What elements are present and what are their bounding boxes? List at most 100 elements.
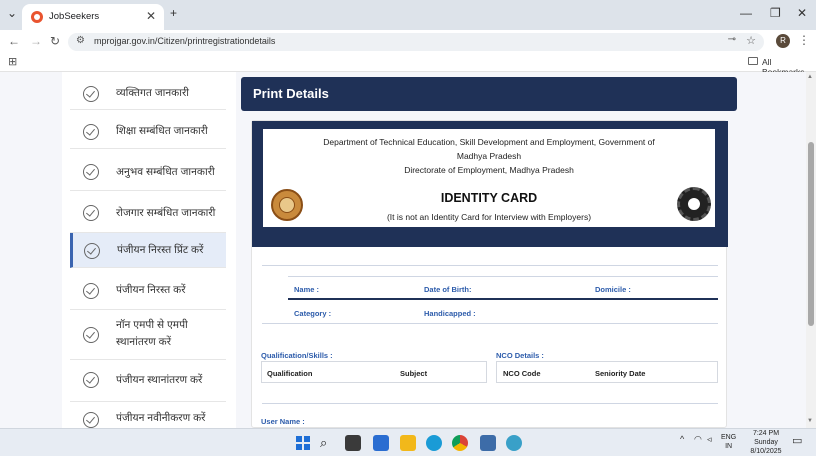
sidebar-item-label: व्यक्तिगत जानकारी: [116, 87, 189, 99]
reload-icon[interactable]: ↻: [50, 34, 60, 48]
handicapped-label: Handicapped :: [424, 309, 476, 318]
edge-browser-icon[interactable]: [426, 435, 442, 451]
divider: [262, 323, 718, 324]
check-circle-icon: [83, 412, 99, 428]
site-info-icon[interactable]: ⚙: [76, 35, 85, 46]
scroll-down-icon[interactable]: ▼: [807, 418, 813, 424]
sidebar-item-non-mp-transfer[interactable]: नॉन एमपी से एमपी स्थानांतरण करें: [70, 310, 226, 360]
windows-start-icon[interactable]: [295, 435, 311, 451]
qualification-heading: Qualification/Skills :: [261, 351, 333, 360]
tab-close-icon[interactable]: ✕: [146, 9, 156, 23]
sidebar-item-label: पंजीयन नवीनीकरण करें: [116, 412, 206, 424]
divider: [288, 298, 718, 300]
tab-search-icon[interactable]: ⌄: [7, 6, 17, 20]
department-line-1: Department of Technical Education, Skill…: [323, 137, 655, 147]
tab-strip: ⌄ JobSeekers ✕ + — ❐ ✕: [0, 0, 816, 30]
widgets-icon[interactable]: [373, 435, 389, 451]
page-content: व्यक्तिगत जानकारी शिक्षा सम्बंधित जानकार…: [0, 72, 816, 428]
dob-label: Date of Birth:: [424, 285, 472, 294]
id-card-title: IDENTITY CARD: [440, 191, 538, 205]
mp-govt-emblem-icon: [271, 189, 303, 221]
tab-title: JobSeekers: [49, 11, 100, 22]
site-favicon-icon: [31, 11, 43, 23]
page-scrollbar[interactable]: ▲ ▼: [806, 72, 816, 428]
store-icon[interactable]: [480, 435, 496, 451]
sidebar-item-label: पंजीयन निरस्त प्रिंट करें: [117, 244, 204, 256]
sidebar-item-cancel-registration[interactable]: पंजीयन निरस्त करें: [70, 272, 226, 310]
check-circle-icon: [83, 164, 99, 180]
wifi-icon[interactable]: ◠: [694, 434, 702, 445]
profile-avatar[interactable]: R: [776, 34, 790, 48]
back-arrow-icon[interactable]: ←: [8, 34, 20, 48]
bookmark-star-icon[interactable]: ☆: [746, 34, 756, 47]
clock-day: Sunday: [754, 439, 778, 446]
address-bar-row: ← → ↻ ⚙ mprojgar.gov.in/Citizen/printreg…: [0, 30, 816, 54]
apps-grid-icon[interactable]: ⊞: [8, 55, 17, 68]
check-circle-icon: [83, 86, 99, 102]
bookmarks-bar: ⊞ All Bookmarks: [0, 54, 816, 77]
folder-icon: [748, 57, 758, 65]
check-circle-icon: [83, 124, 99, 140]
sidebar-item-employment-info[interactable]: रोजगार सम्बंधित जानकारी: [70, 191, 226, 233]
sidebar-item-label: अनुभव सम्बंधित जानकारी: [116, 166, 215, 178]
sidebar-item-personal-info[interactable]: व्यक्तिगत जानकारी: [70, 72, 226, 110]
column-header-seniority-date: Seniority Date: [595, 369, 646, 378]
id-card-header: Department of Technical Education, Skill…: [252, 121, 728, 247]
tray-chevron-icon[interactable]: ^: [680, 434, 684, 444]
column-header-qualification: Qualification: [267, 369, 313, 378]
url-field[interactable]: ⚙ mprojgar.gov.in/Citizen/printregistrat…: [68, 33, 764, 51]
maximize-button[interactable]: ❐: [770, 6, 781, 20]
sidebar-item-registration-renewal[interactable]: पंजीयन नवीनीकरण करें: [70, 402, 226, 428]
divider: [262, 265, 718, 266]
username-label: User Name :: [261, 417, 305, 426]
sidebar-item-print-registration[interactable]: पंजीयन निरस्त प्रिंट करें: [70, 233, 226, 268]
sidebar: व्यक्तिगत जानकारी शिक्षा सम्बंधित जानकार…: [62, 72, 236, 428]
scroll-up-icon[interactable]: ▲: [807, 74, 813, 80]
close-window-button[interactable]: ✕: [797, 6, 807, 20]
scrollbar-thumb[interactable]: [808, 142, 814, 326]
check-circle-icon: [83, 327, 99, 343]
divider: [288, 276, 718, 277]
domicile-label: Domicile :: [595, 285, 631, 294]
language-indicator[interactable]: ENG IN: [721, 433, 736, 451]
url-text: mprojgar.gov.in/Citizen/printregistratio…: [94, 36, 276, 46]
file-explorer-icon[interactable]: [400, 435, 416, 451]
directorate-line: Directorate of Employment, Madhya Prades…: [404, 165, 574, 175]
column-header-subject: Subject: [400, 369, 428, 378]
id-card-banner: Department of Technical Education, Skill…: [263, 129, 715, 227]
sidebar-item-registration-transfer[interactable]: पंजीयन स्थानांतरण करें: [70, 360, 226, 402]
task-view-icon[interactable]: [345, 435, 361, 451]
qualification-table: Qualification Subject: [261, 361, 487, 383]
app-icon[interactable]: [506, 435, 522, 451]
chrome-browser-icon[interactable]: [452, 435, 468, 451]
search-icon[interactable]: ⌕: [320, 435, 336, 451]
new-tab-button[interactable]: +: [170, 6, 177, 20]
identity-card-panel: Department of Technical Education, Skill…: [251, 120, 728, 428]
skill-gear-logo-icon: [677, 187, 711, 221]
system-clock[interactable]: 7:24 PM Sunday 8/10/2025: [746, 429, 786, 456]
windows-taskbar: ⌕ ^ ◠ ◃ ENG IN 7:24 PM Sunday 8/10/2025 …: [0, 428, 816, 456]
sidebar-item-education-info[interactable]: शिक्षा सम्बंधित जानकारी: [70, 110, 226, 149]
check-circle-icon: [83, 372, 99, 388]
print-details-header: Print Details: [241, 77, 737, 111]
region-code: IN: [725, 443, 733, 450]
language-code: ENG: [721, 434, 737, 441]
speaker-icon[interactable]: ◃: [707, 434, 712, 445]
check-circle-icon: [84, 243, 100, 259]
name-label: Name :: [294, 285, 320, 294]
column-header-nco-code: NCO Code: [503, 369, 541, 378]
page-title: Print Details: [253, 86, 329, 101]
sidebar-item-experience-info[interactable]: अनुभव सम्बंधित जानकारी: [70, 149, 226, 191]
sidebar-item-label: पंजीयन स्थानांतरण करें: [116, 374, 203, 386]
browser-menu-icon[interactable]: ⋮: [798, 33, 810, 47]
category-label: Category :: [294, 309, 332, 318]
browser-tab[interactable]: JobSeekers ✕: [22, 4, 164, 30]
notification-icon[interactable]: ▭: [792, 434, 802, 447]
password-key-icon[interactable]: ⊸: [728, 34, 736, 45]
nco-heading: NCO Details :: [496, 351, 544, 360]
check-circle-icon: [83, 205, 99, 221]
minimize-button[interactable]: —: [740, 6, 752, 20]
check-circle-icon: [83, 283, 99, 299]
sidebar-item-label: रोजगार सम्बंधित जानकारी: [116, 207, 216, 219]
forward-arrow-icon[interactable]: →: [30, 34, 42, 48]
